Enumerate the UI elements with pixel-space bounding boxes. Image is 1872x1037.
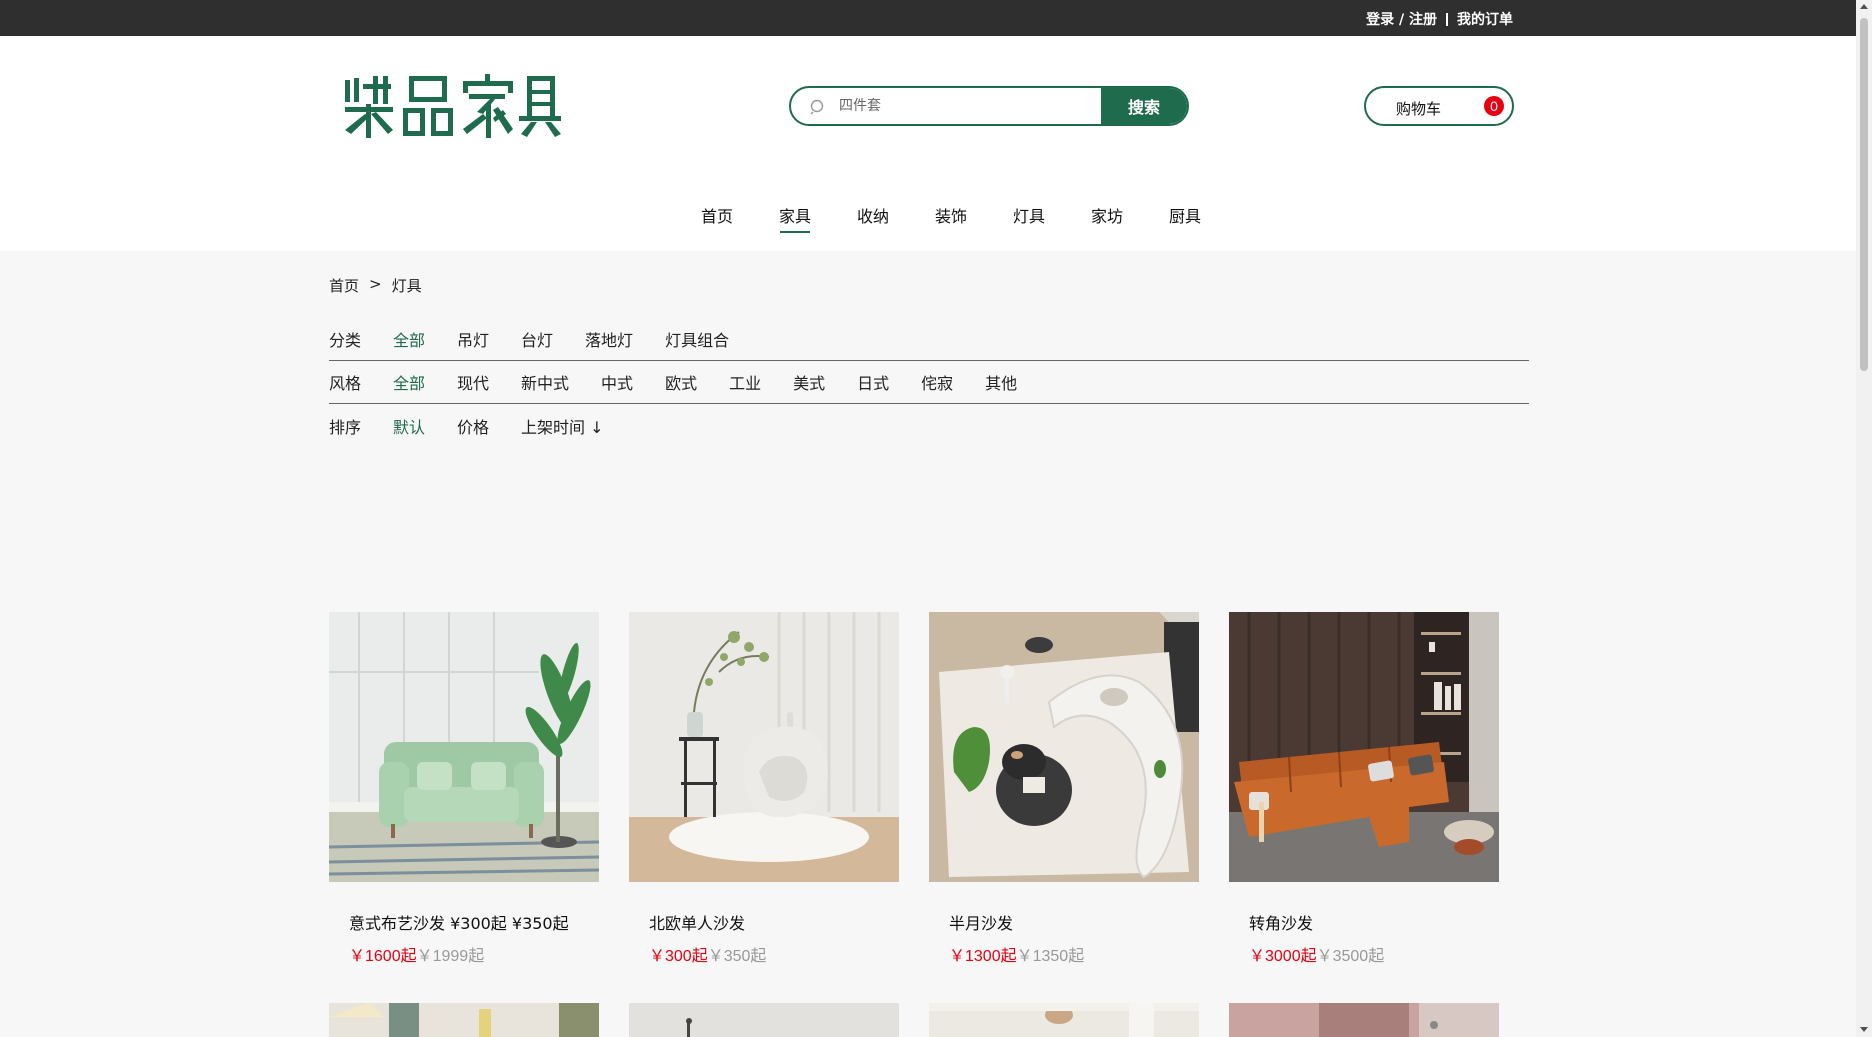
product-name[interactable]: 转角沙发	[1249, 910, 1499, 934]
filter-label-category: 分类	[329, 331, 362, 350]
style-option-american[interactable]: 美式	[793, 370, 825, 394]
sort-option-default[interactable]: 默认	[393, 414, 425, 438]
breadcrumb-home[interactable]: 首页	[329, 275, 359, 296]
category-option-pendant[interactable]: 吊灯	[457, 327, 489, 351]
breadcrumb-current: 灯具	[391, 277, 422, 295]
product-old-price: ￥1350起	[1016, 948, 1085, 965]
filter-label-style: 风格	[329, 374, 362, 393]
style-option-new-chinese[interactable]: 新中式	[521, 370, 569, 394]
product-prices: ￥1300起￥1350起	[949, 942, 1199, 966]
filter-label-sort: 排序	[329, 417, 362, 437]
product-image-partial[interactable]	[629, 1003, 899, 1037]
filter-row-sort: 排序 默认 价格 上架时间 ↓	[329, 404, 1529, 447]
product-image-partial[interactable]	[329, 1003, 599, 1037]
style-option-japanese[interactable]: 日式	[857, 370, 889, 394]
login-register-link[interactable]: 登录 / 注册	[1366, 9, 1437, 29]
top-links: 登录 / 注册 我的订单	[1366, 9, 1513, 29]
filter-row-style: 风格 全部 现代 新中式 中式 欧式 工业 美式 日式 侘寂 其他	[329, 361, 1529, 404]
main-nav: 首页 家具 收纳 装饰 灯具 家坊 厨具	[678, 203, 1224, 233]
style-option-all[interactable]: 全部	[393, 370, 425, 394]
sort-option-listing-time[interactable]: 上架时间 ↓	[521, 414, 604, 438]
product-image-green-armchair[interactable]	[329, 612, 599, 882]
product-card[interactable]: 半月沙发 ￥1300起￥1350起	[929, 612, 1199, 966]
sort-option-price[interactable]: 价格	[457, 414, 489, 438]
nav-item-textiles[interactable]: 家坊	[1068, 203, 1146, 231]
product-old-price: ￥3500起	[1316, 948, 1385, 965]
scrollbar-thumb[interactable]	[1860, 18, 1868, 371]
product-grid-row-2	[329, 1003, 1529, 1037]
top-link-separator	[1446, 12, 1448, 26]
product-old-price: ￥1999起	[416, 948, 485, 965]
product-prices: ￥3000起￥3500起	[1249, 942, 1499, 966]
header: 搜索 购物车 0 首页 家具 收纳 装饰 灯具 家坊 厨具	[0, 36, 1856, 251]
style-option-modern[interactable]: 现代	[457, 370, 489, 394]
product-image-white-lounge-chair[interactable]	[629, 612, 899, 882]
scroll-up-arrow-icon[interactable]	[1860, 4, 1868, 9]
product-prices: ￥1600起￥1999起	[349, 942, 599, 966]
category-option-table-lamp[interactable]: 台灯	[521, 327, 553, 351]
product-image-partial[interactable]	[929, 1003, 1199, 1037]
nav-item-furniture[interactable]: 家具	[756, 203, 834, 233]
cart-count-badge: 0	[1484, 96, 1504, 116]
page-scrollbar[interactable]	[1856, 0, 1872, 1037]
category-option-floor-lamp[interactable]: 落地灯	[585, 327, 633, 351]
style-option-chinese[interactable]: 中式	[601, 370, 633, 394]
style-option-other[interactable]: 其他	[985, 370, 1017, 394]
search-icon	[810, 99, 824, 115]
style-option-wabi-sabi[interactable]: 侘寂	[921, 370, 953, 394]
product-price: ￥300起	[649, 948, 708, 965]
category-option-all[interactable]: 全部	[393, 327, 425, 351]
nav-item-kitchen[interactable]: 厨具	[1146, 203, 1224, 231]
product-name[interactable]: 半月沙发	[949, 910, 1199, 934]
product-prices: ￥300起￥350起	[649, 942, 899, 966]
style-option-european[interactable]: 欧式	[665, 370, 697, 394]
brand-logo[interactable]	[343, 74, 561, 138]
product-image-leather-corner-sofa[interactable]	[1229, 612, 1499, 882]
scroll-down-arrow-icon[interactable]	[1860, 1027, 1868, 1032]
nav-item-lighting[interactable]: 灯具	[990, 203, 1068, 231]
product-name[interactable]: 意式布艺沙发 ¥300起 ¥350起	[349, 910, 599, 934]
search-button[interactable]: 搜索	[1101, 88, 1187, 124]
search-input[interactable]	[839, 88, 1095, 124]
product-price: ￥1300起	[949, 948, 1017, 965]
product-image-partial[interactable]	[1229, 1003, 1499, 1037]
nav-item-decor[interactable]: 装饰	[912, 203, 990, 231]
product-card[interactable]: 意式布艺沙发 ¥300起 ¥350起 ￥1600起￥1999起	[329, 612, 599, 966]
nav-item-storage[interactable]: 收纳	[834, 203, 912, 231]
product-name[interactable]: 北欧单人沙发	[649, 910, 899, 934]
product-price: ￥1600起	[349, 948, 417, 965]
filter-row-category: 分类 全部 吊灯 台灯 落地灯 灯具组合	[329, 318, 1529, 361]
cart-label: 购物车	[1396, 100, 1442, 118]
nav-item-home[interactable]: 首页	[678, 203, 756, 231]
search-box: 搜索	[789, 86, 1189, 126]
product-price: ￥3000起	[1249, 948, 1317, 965]
category-option-lamp-set[interactable]: 灯具组合	[665, 327, 729, 351]
breadcrumb-separator: >	[369, 275, 382, 293]
product-old-price: ￥350起	[707, 948, 767, 965]
style-option-industrial[interactable]: 工业	[729, 370, 761, 394]
product-grid: 意式布艺沙发 ¥300起 ¥350起 ￥1600起￥1999起 北欧单人沙发 ￥…	[329, 612, 1529, 966]
breadcrumb: 首页 > 灯具	[329, 275, 422, 296]
product-card[interactable]: 转角沙发 ￥3000起￥3500起	[1229, 612, 1499, 966]
my-orders-link[interactable]: 我的订单	[1457, 9, 1513, 29]
filter-panel: 分类 全部 吊灯 台灯 落地灯 灯具组合 风格 全部 现代 新中式 中式 欧式 …	[329, 318, 1529, 447]
product-image-half-moon-sofa[interactable]	[929, 612, 1199, 882]
product-card[interactable]: 北欧单人沙发 ￥300起￥350起	[629, 612, 899, 966]
top-bar: 登录 / 注册 我的订单	[0, 0, 1856, 36]
cart-button[interactable]: 购物车 0	[1364, 86, 1514, 126]
